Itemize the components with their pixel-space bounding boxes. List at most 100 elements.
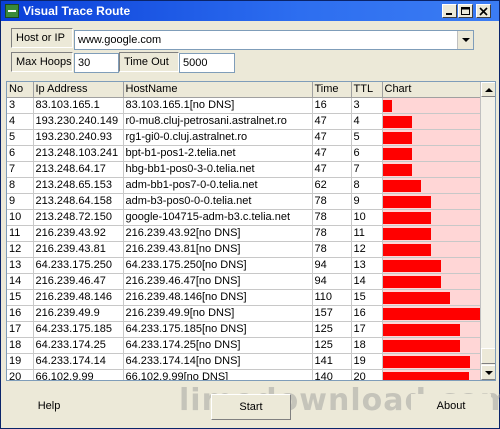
cell-ip: 193.230.240.149 <box>33 113 124 130</box>
col-header-no[interactable]: No <box>7 82 34 98</box>
cell-chart <box>382 145 482 162</box>
cell-ttl: 7 <box>351 161 383 178</box>
cell-chart <box>382 161 482 178</box>
cell-ip: 64.233.175.185 <box>33 321 124 338</box>
table-row[interactable]: 14 216.239.46.47 216.239.46.47[no DNS] 94 14 <box>7 273 482 290</box>
table-row[interactable]: 7 213.248.64.17 hbg-bb1-pos0-3-0.telia.net… <box>7 161 482 178</box>
table-row[interactable]: 9 213.248.64.158 adm-b3-pos0-0-0.telia.net… <box>7 193 482 210</box>
cell-time: 157 <box>312 305 352 322</box>
table-row[interactable]: 17 64.233.175.185 64.233.175.185[no DNS] 12… <box>7 321 482 338</box>
cell-chart <box>382 209 482 226</box>
app-icon <box>5 4 19 18</box>
cell-ip: 216.239.43.81 <box>33 241 124 258</box>
table-row[interactable]: 10 213.248.72.150 google-104715-adm-b3.c.t… <box>7 209 482 226</box>
help-button[interactable]: Help <box>9 394 89 420</box>
cell-time: 47 <box>312 145 352 162</box>
table-row[interactable]: 11 216.239.43.92 216.239.43.92[no DNS] 78 11 <box>7 225 482 242</box>
col-header-ttl[interactable]: TTL <box>351 82 383 98</box>
cell-ttl: 3 <box>351 97 383 114</box>
table-row[interactable]: 20 66.102.9.99 66.102.9.99[no DNS] 140 20 <box>7 369 482 380</box>
table-row[interactable]: 3 83.103.165.1 83.103.165.1[no DNS] 16 3 <box>7 97 482 114</box>
chevron-down-icon[interactable] <box>457 31 473 49</box>
cell-time: 125 <box>312 321 352 338</box>
cell-time: 78 <box>312 209 352 226</box>
cell-time: 47 <box>312 113 352 130</box>
timeout-input[interactable]: 5000 <box>179 53 235 73</box>
time-bar <box>382 195 431 208</box>
cell-no: 19 <box>7 353 34 370</box>
cell-no: 9 <box>7 193 34 210</box>
cell-time: 94 <box>312 273 352 290</box>
cell-hostname: 216.239.46.47[no DNS] <box>123 273 313 290</box>
time-bar <box>382 211 431 224</box>
maximize-button[interactable] <box>458 4 473 18</box>
table-row[interactable]: 13 64.233.175.250 64.233.175.250[no DNS] 94… <box>7 257 482 274</box>
cell-ip: 216.239.48.146 <box>33 289 124 306</box>
time-bar <box>382 339 460 352</box>
cell-ttl: 8 <box>351 177 383 194</box>
cell-chart <box>382 289 482 306</box>
scroll-thumb[interactable] <box>481 348 495 364</box>
col-header-chart[interactable]: Chart <box>382 82 482 98</box>
cell-chart <box>382 241 482 258</box>
cell-chart <box>382 337 482 354</box>
minimize-button[interactable] <box>442 4 457 18</box>
cell-ip: 64.233.175.250 <box>33 257 124 274</box>
cell-no: 12 <box>7 241 34 258</box>
host-combobox[interactable]: www.google.com <box>74 30 474 50</box>
table-row[interactable]: 15 216.239.48.146 216.239.48.146[no DNS] 11… <box>7 289 482 306</box>
cell-hostname: 216.239.48.146[no DNS] <box>123 289 313 306</box>
cell-hostname: 216.239.49.9[no DNS] <box>123 305 313 322</box>
cell-chart <box>382 369 482 380</box>
max-hoops-label: Max Hoops <box>11 52 73 72</box>
window-title: Visual Trace Route <box>23 4 131 18</box>
trace-results-grid[interactable]: No Ip Address HostName Time TTL Chart 38… <box>6 81 496 381</box>
cell-chart <box>382 177 482 194</box>
cell-time: 47 <box>312 129 352 146</box>
about-button[interactable]: About <box>411 394 491 420</box>
cell-chart <box>382 273 482 290</box>
max-hoops-input[interactable]: 30 <box>74 53 119 73</box>
cell-ip: 213.248.72.150 <box>33 209 124 226</box>
table-row[interactable]: 6 213.248.103.241 bpt-b1-pos1-2.telia.net 4… <box>7 145 482 162</box>
col-header-hostname[interactable]: HostName <box>123 82 313 98</box>
table-row[interactable]: 16 216.239.49.9 216.239.49.9[no DNS] 157 16 <box>7 305 482 322</box>
cell-ip: 213.248.65.153 <box>33 177 124 194</box>
cell-ttl: 10 <box>351 209 383 226</box>
time-bar <box>382 179 421 192</box>
col-header-ip[interactable]: Ip Address <box>33 82 124 98</box>
cell-no: 16 <box>7 305 34 322</box>
cell-ttl: 19 <box>351 353 383 370</box>
title-bar[interactable]: Visual Trace Route <box>1 1 499 21</box>
table-row[interactable]: 18 64.233.174.25 64.233.174.25[no DNS] 125 1… <box>7 337 482 354</box>
cell-chart <box>382 257 482 274</box>
cell-ttl: 17 <box>351 321 383 338</box>
cell-hostname: 64.233.175.185[no DNS] <box>123 321 313 338</box>
cell-chart <box>382 225 482 242</box>
table-row[interactable]: 5 193.230.240.93 rg1-gi0-0.cluj.astralnet.… <box>7 129 482 146</box>
vertical-scrollbar[interactable] <box>480 82 495 380</box>
close-button[interactable] <box>476 4 491 18</box>
cell-time: 125 <box>312 337 352 354</box>
time-bar <box>382 307 480 320</box>
cell-no: 17 <box>7 321 34 338</box>
col-header-time[interactable]: Time <box>312 82 352 98</box>
cell-no: 11 <box>7 225 34 242</box>
cell-no: 8 <box>7 177 34 194</box>
cell-ip: 66.102.9.99 <box>33 369 124 380</box>
cell-ip: 193.230.240.93 <box>33 129 124 146</box>
time-bar <box>382 131 412 144</box>
table-row[interactable]: 4 193.230.240.149 r0-mu8.cluj-petrosani.as… <box>7 113 482 130</box>
table-row[interactable]: 12 216.239.43.81 216.239.43.81[no DNS] 78 12 <box>7 241 482 258</box>
table-row[interactable]: 19 64.233.174.14 64.233.174.14[no DNS] 141 1… <box>7 353 482 370</box>
cell-time: 78 <box>312 241 352 258</box>
cell-ip: 216.239.43.92 <box>33 225 124 242</box>
cell-ip: 213.248.64.158 <box>33 193 124 210</box>
cell-no: 15 <box>7 289 34 306</box>
cell-chart <box>382 113 482 130</box>
scroll-up-icon[interactable] <box>481 82 495 97</box>
scroll-down-icon[interactable] <box>481 365 495 380</box>
cell-ttl: 5 <box>351 129 383 146</box>
start-button[interactable]: Start <box>211 394 291 420</box>
table-row[interactable]: 8 213.248.65.153 adm-bb1-pos7-0-0.telia.ne… <box>7 177 482 194</box>
